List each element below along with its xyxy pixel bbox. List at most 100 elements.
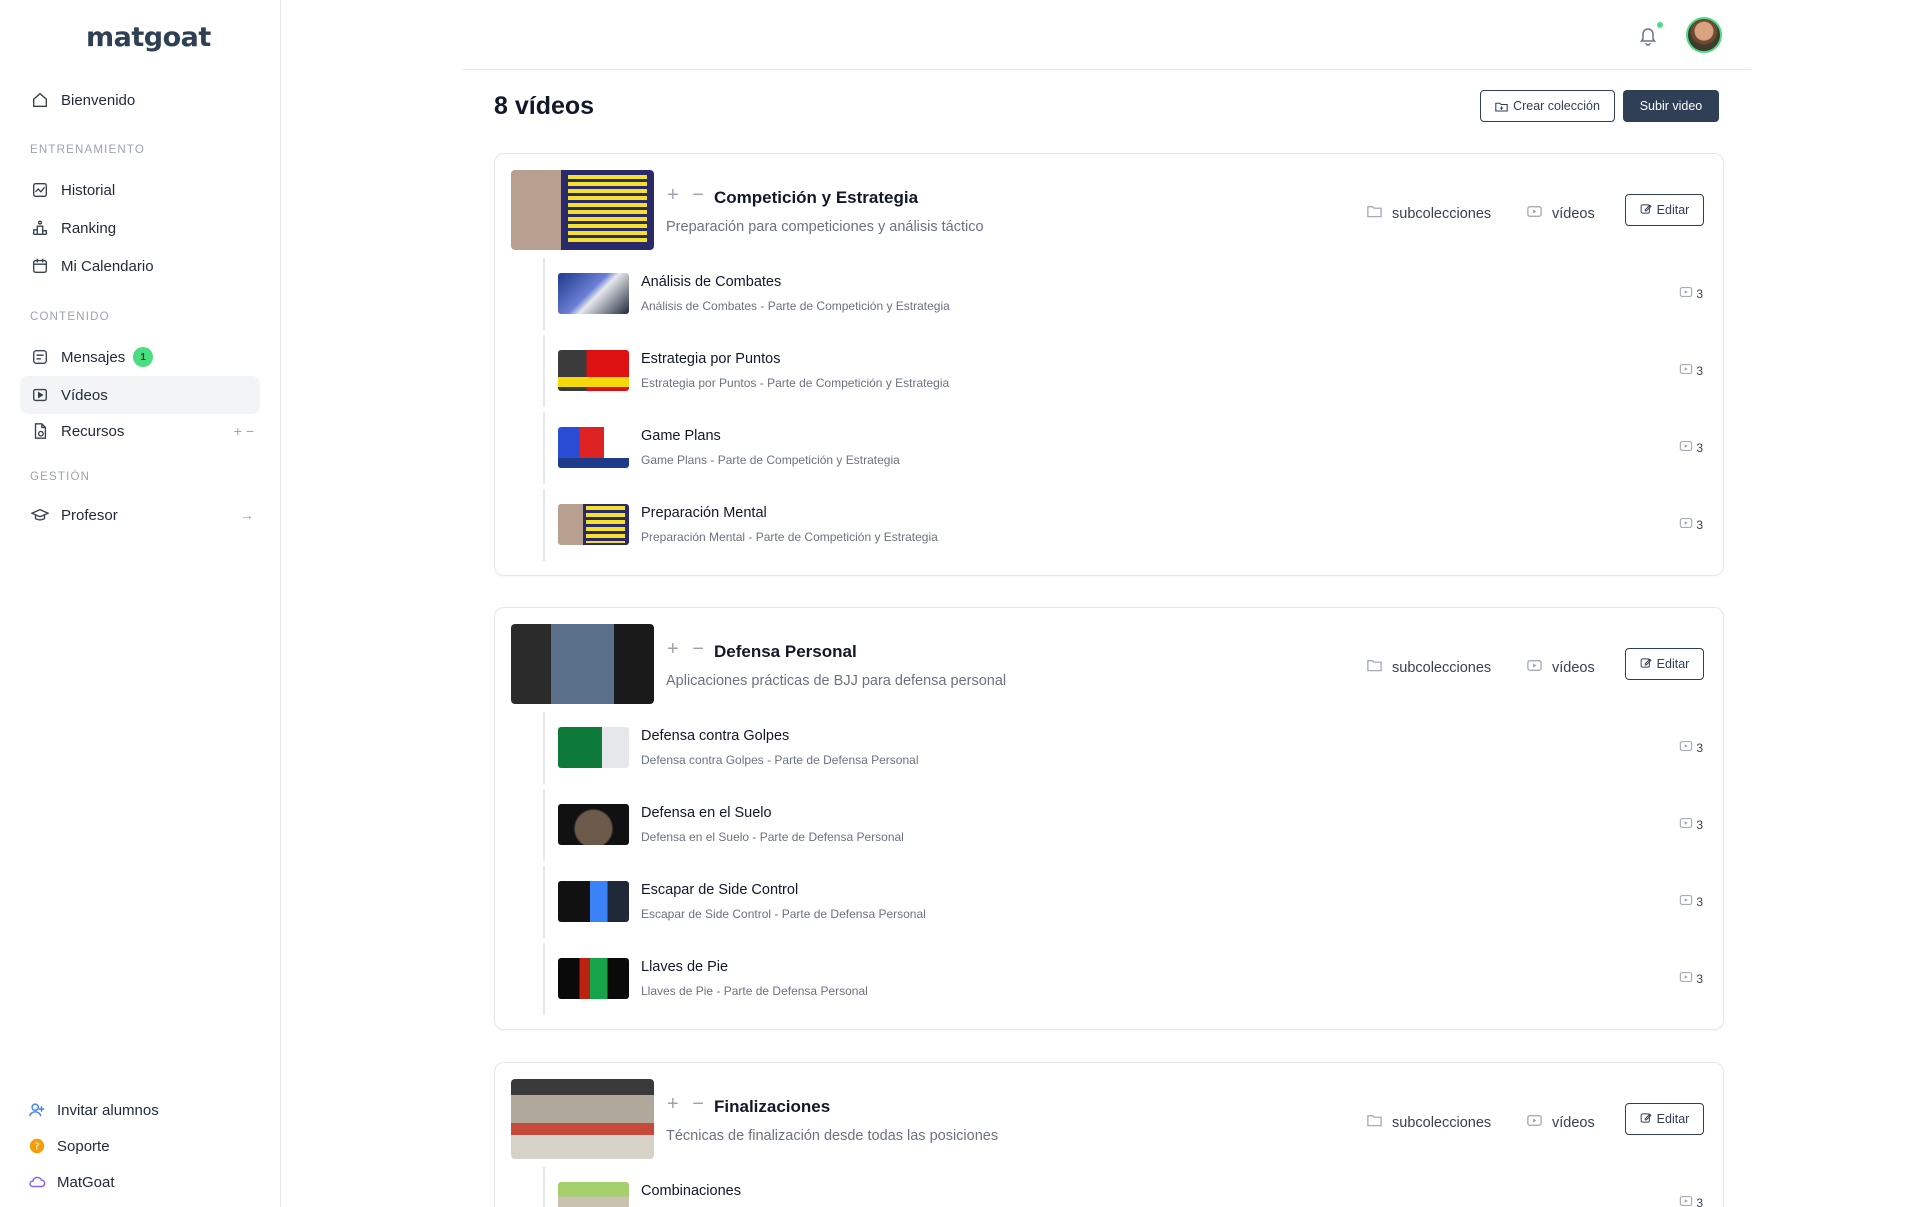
subcollection-title: Combinaciones — [641, 1183, 741, 1199]
subcollection-row[interactable]: Game Plans Game Plans - Parte de Competic… — [543, 412, 1703, 484]
subcollections-count: subcolecciones — [1366, 657, 1491, 678]
count-value: 3 — [1696, 1195, 1703, 1207]
collection-title[interactable]: Competición y Estrategia — [714, 188, 918, 208]
collection-expand-toggle[interactable]: + − — [667, 638, 708, 661]
collection-card: + − Finalizaciones Técnicas de finalizació… — [494, 1062, 1724, 1207]
video-icon — [1679, 439, 1693, 456]
sidebar: matgoat Bienvenido ENTRENAMIENTO Histori… — [0, 0, 281, 1207]
video-icon — [31, 386, 49, 404]
svg-text:?: ? — [34, 1142, 39, 1153]
edit-icon — [1640, 1112, 1652, 1127]
collection-thumbnail[interactable] — [511, 170, 654, 250]
subcollection-row[interactable]: Escapar de Side Control Escapar de Side C… — [543, 866, 1703, 938]
expand-toggle[interactable]: + − — [234, 423, 254, 439]
subcollection-row[interactable]: Defensa contra Golpes Defensa contra Golp… — [543, 712, 1703, 784]
bell-icon[interactable] — [1637, 24, 1659, 46]
sidebar-item-resources[interactable]: Recursos + − — [20, 412, 260, 450]
subcollection-description: Game Plans - Parte de Competición y Estr… — [641, 453, 900, 467]
subcollection-row[interactable]: Llaves de Pie Llaves de Pie - Parte de De… — [543, 943, 1703, 1015]
subcollection-row[interactable]: Estrategia por Puntos Estrategia por Punt… — [543, 335, 1703, 407]
edit-icon — [1640, 657, 1652, 672]
video-icon — [1526, 203, 1543, 224]
count-value: 3 — [1696, 286, 1703, 301]
subcollection-title: Estrategia por Puntos — [641, 351, 781, 367]
subcollection-thumbnail — [558, 727, 629, 768]
arrow-right-icon: → — [240, 507, 254, 523]
document-icon — [31, 422, 49, 440]
video-icon — [1679, 516, 1693, 533]
collection-card: + − Competición y Estrategia Preparación p… — [494, 153, 1724, 576]
edit-label: Editar — [1656, 203, 1690, 217]
subcollection-video-count: 3 — [1679, 816, 1703, 833]
app-logo[interactable]: matgoat — [86, 22, 211, 53]
sidebar-item-label: Bienvenido — [61, 91, 136, 109]
videos-count: vídeos — [1526, 203, 1595, 224]
subcollection-video-count: 3 — [1679, 1194, 1703, 1207]
edit-collection-button[interactable]: Editar — [1625, 194, 1704, 226]
sidebar-item-calendar[interactable]: Mi Calendario — [20, 247, 260, 285]
calendar-icon — [31, 257, 49, 275]
subcollection-row[interactable]: Combinaciones 3 — [543, 1167, 1703, 1207]
upload-video-button[interactable]: Subir video — [1623, 90, 1719, 122]
subcollection-description: Estrategia por Puntos - Parte de Competi… — [641, 376, 950, 390]
edit-icon — [1640, 203, 1652, 218]
subcollection-thumbnail — [558, 427, 629, 468]
videos-count: vídeos — [1526, 1112, 1595, 1133]
support-link[interactable]: ? Soporte — [28, 1137, 110, 1155]
sidebar-item-history[interactable]: Historial — [20, 171, 260, 209]
edit-collection-button[interactable]: Editar — [1625, 1103, 1704, 1135]
create-collection-button[interactable]: Crear colección — [1480, 90, 1615, 122]
subcollection-title: Game Plans — [641, 428, 721, 444]
video-icon — [1526, 657, 1543, 678]
collection-title[interactable]: Finalizaciones — [714, 1097, 830, 1117]
edit-label: Editar — [1656, 657, 1690, 671]
collection-card: + − Defensa Personal Aplicaciones práctica… — [494, 607, 1724, 1030]
header-divider — [463, 69, 1751, 70]
subcollection-title: Llaves de Pie — [641, 959, 729, 975]
section-label-management: GESTIÓN — [30, 471, 91, 483]
subcollection-video-count: 3 — [1679, 893, 1703, 910]
subcollection-title: Análisis de Combates — [641, 274, 782, 290]
sidebar-item-messages[interactable]: Mensajes 1 — [20, 338, 260, 376]
collection-thumbnail[interactable] — [511, 1079, 654, 1159]
collection-expand-toggle[interactable]: + − — [667, 1093, 708, 1116]
subcollection-row[interactable]: Análisis de Combates Análisis de Combates… — [543, 258, 1703, 330]
collection-expand-toggle[interactable]: + − — [667, 184, 708, 207]
subcollection-description: Análisis de Combates - Parte de Competic… — [641, 299, 950, 313]
subcollection-video-count: 3 — [1679, 970, 1703, 987]
count-value: 3 — [1696, 363, 1703, 378]
section-label-content: CONTENIDO — [30, 311, 110, 323]
subcollection-description: Llaves de Pie - Parte de Defensa Persona… — [641, 984, 868, 998]
videos-count: vídeos — [1526, 657, 1595, 678]
sidebar-item-welcome[interactable]: Bienvenido — [20, 81, 260, 119]
invite-students-link[interactable]: Invitar alumnos — [28, 1101, 159, 1119]
sidebar-item-label: Profesor — [61, 506, 118, 524]
sidebar-item-teacher[interactable]: Profesor → — [20, 496, 260, 534]
sidebar-item-videos[interactable]: Vídeos — [20, 376, 260, 414]
subcollection-thumbnail — [558, 804, 629, 845]
subcollections-label: subcolecciones — [1392, 205, 1492, 222]
edit-collection-button[interactable]: Editar — [1625, 648, 1704, 680]
collection-title[interactable]: Defensa Personal — [714, 642, 857, 662]
subcollection-description: Defensa en el Suelo - Parte de Defensa P… — [641, 830, 904, 844]
subcollection-thumbnail — [558, 273, 629, 314]
matgoat-label: MatGoat — [57, 1173, 115, 1191]
page-title: 8 vídeos — [494, 92, 595, 120]
subcollection-description: Escapar de Side Control - Parte de Defen… — [641, 907, 926, 921]
collection-thumbnail[interactable] — [511, 624, 654, 704]
videos-label: vídeos — [1552, 659, 1595, 676]
invite-label: Invitar alumnos — [57, 1101, 159, 1119]
video-icon — [1679, 1194, 1693, 1207]
subcollection-row[interactable]: Preparación Mental Preparación Mental - P… — [543, 489, 1703, 561]
videos-label: vídeos — [1552, 1114, 1595, 1131]
avatar[interactable] — [1686, 17, 1722, 53]
video-icon — [1679, 816, 1693, 833]
count-value: 3 — [1696, 894, 1703, 909]
subcollection-video-count: 3 — [1679, 439, 1703, 456]
sidebar-item-ranking[interactable]: Ranking — [20, 209, 260, 247]
subcollection-title: Preparación Mental — [641, 505, 767, 521]
subcollection-video-count: 3 — [1679, 285, 1703, 302]
subcollection-row[interactable]: Defensa en el Suelo Defensa en el Suelo -… — [543, 789, 1703, 861]
matgoat-link[interactable]: MatGoat — [28, 1173, 115, 1191]
count-value: 3 — [1696, 740, 1703, 755]
